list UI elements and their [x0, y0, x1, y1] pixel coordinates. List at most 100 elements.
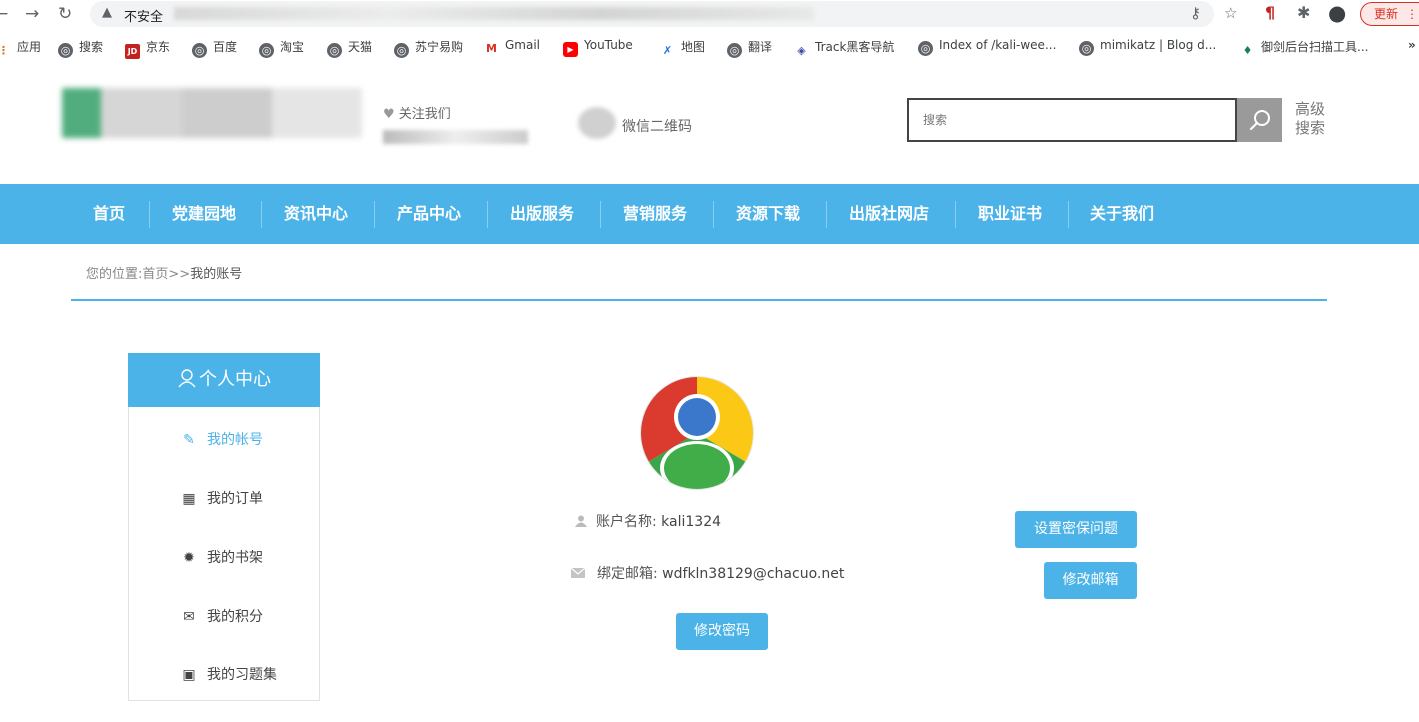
bookmark-item[interactable]: M Gmail — [484, 38, 540, 56]
user-icon — [178, 369, 196, 388]
more-bookmarks[interactable]: » — [1408, 38, 1416, 52]
bookmark-item[interactable]: ▶ YouTube — [563, 38, 633, 57]
breadcrumb: 您的位置:首页>>我的账号 — [86, 263, 242, 282]
account-name-label: 账户名称: — [596, 514, 657, 530]
sidebar-item-my-exercises[interactable]: ▣ 我的习题集 — [181, 664, 277, 684]
redacted-url — [174, 7, 814, 20]
bookmark-item[interactable]: ✗ 地图 — [660, 38, 705, 58]
site-logo[interactable] — [62, 88, 362, 138]
extension-icon[interactable]: ¶ — [1265, 3, 1275, 22]
heart-icon: ♥ — [383, 107, 395, 122]
wechat-icon — [578, 107, 616, 139]
sidebar-item-my-points[interactable]: ✉ 我的积分 — [181, 606, 263, 626]
pencil-icon: ✎ — [183, 432, 195, 448]
change-password-button[interactable]: 修改密码 — [676, 613, 768, 650]
set-security-question-button[interactable]: 设置密保问题 — [1015, 511, 1137, 548]
user-center-sidebar: 个人中心 ✎ 我的帐号 ▦ 我的订单 ✹ 我的书架 ✉ 我的积分 ▣ 我的习题集 — [128, 353, 320, 701]
redacted-phone — [383, 130, 528, 144]
star-icon[interactable]: ☆ — [1224, 4, 1237, 22]
sidebar-item-my-bookshelf[interactable]: ✹ 我的书架 — [181, 547, 263, 567]
nav-certificates[interactable]: 职业证书 — [978, 184, 1042, 244]
user-icon — [575, 515, 587, 527]
bookmark-item[interactable]: ♦ 御剑后台扫描工具... — [1240, 38, 1369, 58]
bookmark-item[interactable]: ◎ 百度 — [192, 38, 237, 58]
breadcrumb-label: 您的位置: — [86, 267, 143, 282]
advanced-search-line2: 搜索 — [1295, 119, 1326, 137]
profile-icon[interactable]: ● — [1328, 1, 1346, 25]
bookmark-label: 天猫 — [348, 40, 373, 54]
bookmark-item[interactable]: ◎ mimikatz | Blog d... — [1079, 38, 1216, 56]
search-icon — [1249, 110, 1270, 131]
nav-publishing[interactable]: 出版服务 — [510, 184, 574, 244]
nav-divider — [149, 201, 150, 228]
bookmark-label: 苏宁易购 — [415, 40, 464, 54]
change-email-button[interactable]: 修改邮箱 — [1044, 562, 1137, 599]
globe-icon: ◎ — [727, 43, 742, 58]
calendar-icon: ▣ — [182, 667, 196, 683]
back-icon[interactable]: ← — [0, 4, 8, 24]
reload-icon[interactable]: ↻ — [58, 4, 72, 24]
nav-divider — [955, 201, 956, 228]
email-value: wdfkln38129@chacuo.net — [662, 566, 845, 582]
globe-icon: ◎ — [327, 43, 342, 58]
sidebar-item-label: 我的订单 — [207, 491, 263, 507]
sidebar-item-my-account[interactable]: ✎ 我的帐号 — [181, 429, 263, 449]
avatar — [640, 376, 754, 490]
nav-downloads[interactable]: 资源下载 — [736, 184, 800, 244]
nav-divider — [261, 201, 262, 228]
nav-news[interactable]: 资讯中心 — [284, 184, 348, 244]
nav-divider — [1068, 201, 1069, 228]
follow-us[interactable]: ♥ 关注我们 — [383, 103, 451, 122]
address-bar[interactable]: ▲ 不安全 — [90, 1, 1214, 27]
nav-marketing[interactable]: 营销服务 — [623, 184, 687, 244]
bookmark-label: Index of /kali-wee... — [939, 38, 1057, 52]
sidebar-title: 个人中心 — [199, 369, 271, 390]
sidebar-item-label: 我的帐号 — [207, 432, 263, 448]
apps-icon: ⋮ — [0, 44, 9, 57]
globe-icon: ◎ — [192, 43, 207, 58]
forward-icon[interactable]: → — [25, 4, 39, 24]
shield-icon: ◈ — [797, 44, 806, 57]
bookmark-apps[interactable]: ⋮ 应用 — [0, 38, 41, 58]
bookmark-item[interactable]: ◎ 天猫 — [327, 38, 372, 58]
gear-icon: ✹ — [183, 550, 195, 566]
bookmark-item[interactable]: ◎ 淘宝 — [259, 38, 304, 58]
bookmark-item[interactable]: ◈ Track黑客导航 — [794, 38, 894, 58]
globe-icon: ◎ — [259, 43, 274, 58]
update-button[interactable]: 更新 ⋮ — [1360, 2, 1419, 26]
bookmark-item[interactable]: ◎ 搜索 — [58, 38, 103, 58]
bookmark-label: 御剑后台扫描工具... — [1261, 40, 1369, 54]
nav-online-store[interactable]: 出版社网店 — [849, 184, 929, 244]
breadcrumb-separator: >> — [168, 267, 191, 282]
key-icon[interactable]: ⚷ — [1190, 4, 1201, 22]
youtube-icon: ▶ — [563, 42, 578, 57]
bookmark-item[interactable]: ◎ Index of /kali-wee... — [918, 38, 1056, 56]
account-name-value: kali1324 — [661, 514, 722, 530]
bookmarks-bar: ⋮ 应用 ◎ 搜索 JD 京东 ◎ 百度 ◎ 淘宝 ◎ 天猫 ◎ 苏宁易购 M Gmail ▶ Y… — [0, 33, 1419, 61]
bookmark-item[interactable]: ◎ 翻译 — [727, 38, 772, 58]
advanced-search-link[interactable]: 高级 搜索 — [1295, 100, 1335, 138]
bookmark-item[interactable]: JD 京东 — [125, 38, 170, 59]
security-status: 不安全 — [124, 10, 164, 25]
search-button[interactable] — [1237, 98, 1282, 142]
nav-products[interactable]: 产品中心 — [397, 184, 461, 244]
breadcrumb-divider — [71, 299, 1327, 301]
map-icon: ✗ — [662, 44, 673, 57]
bookmark-label: 京东 — [146, 40, 171, 54]
search-input[interactable] — [907, 98, 1237, 142]
bookmark-label: mimikatz | Blog d... — [1100, 38, 1217, 52]
nav-about[interactable]: 关于我们 — [1090, 184, 1154, 244]
puzzle-icon[interactable]: ✱ — [1297, 3, 1310, 22]
sidebar-header: 个人中心 — [128, 353, 320, 407]
wechat-qr-label[interactable]: 微信二维码 — [622, 116, 692, 136]
breadcrumb-home[interactable]: 首页 — [142, 267, 168, 282]
leaf-icon: ♦ — [1242, 44, 1253, 57]
jd-icon: JD — [125, 44, 140, 59]
sidebar-item-label: 我的积分 — [207, 609, 263, 625]
sidebar-item-my-orders[interactable]: ▦ 我的订单 — [181, 488, 263, 508]
nav-party-building[interactable]: 党建园地 — [172, 184, 236, 244]
nav-home[interactable]: 首页 — [93, 184, 125, 244]
nav-divider — [826, 201, 827, 228]
bookmark-item[interactable]: ◎ 苏宁易购 — [394, 38, 463, 58]
advanced-search-line1: 高级 — [1295, 100, 1326, 118]
